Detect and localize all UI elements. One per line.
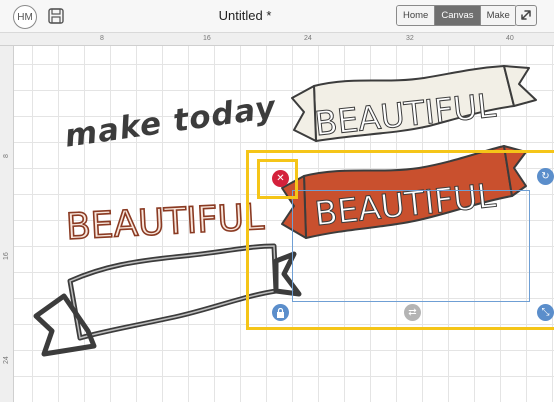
top-toolbar: HM Untitled * Home Canvas Make (0, 0, 554, 33)
close-icon: ✕ (276, 173, 285, 184)
flip-icon: ⇄ (408, 307, 417, 318)
ruler-tick-label: 16 (203, 35, 211, 42)
mode-home-button[interactable]: Home (397, 6, 436, 25)
left-ruler: 8 16 24 (0, 46, 14, 402)
ruler-tick-label: 8 (3, 154, 10, 158)
rotate-icon: ↻ (541, 171, 550, 182)
save-icon[interactable] (46, 6, 66, 26)
ruler-tick-label: 24 (304, 35, 312, 42)
top-ruler: 8 16 24 32 40 (0, 33, 554, 46)
delete-handle[interactable]: ✕ (272, 170, 289, 187)
rotate-handle[interactable]: ↻ (537, 168, 554, 185)
ruler-tick-label: 8 (100, 35, 104, 42)
mode-make-button[interactable]: Make (480, 6, 516, 25)
lock-icon (277, 307, 284, 318)
expand-icon (521, 10, 531, 20)
ruler-tick-label: 24 (3, 356, 10, 364)
design-canvas[interactable]: BEAUTIFUL BEAUTIFUL make today BEAUTIFUL… (14, 46, 554, 402)
ruler-tick-label: 32 (406, 35, 414, 42)
document-title: Untitled * (218, 8, 272, 23)
flip-handle[interactable]: ⇄ (404, 304, 421, 321)
resize-icon: ⤡ (541, 307, 550, 318)
fullscreen-button[interactable] (515, 5, 537, 26)
mode-canvas-button[interactable]: Canvas (435, 6, 481, 25)
resize-handle[interactable]: ⤡ (537, 304, 554, 321)
banner-top-text: BEAUTIFUL (313, 85, 498, 143)
lock-handle[interactable] (272, 304, 289, 321)
selection-bounding-box (292, 190, 530, 302)
user-avatar[interactable]: HM (13, 5, 37, 29)
ruler-tick-label: 40 (506, 35, 514, 42)
mode-switcher: Home Canvas Make (396, 5, 517, 26)
ruler-tick-label: 16 (3, 252, 10, 260)
